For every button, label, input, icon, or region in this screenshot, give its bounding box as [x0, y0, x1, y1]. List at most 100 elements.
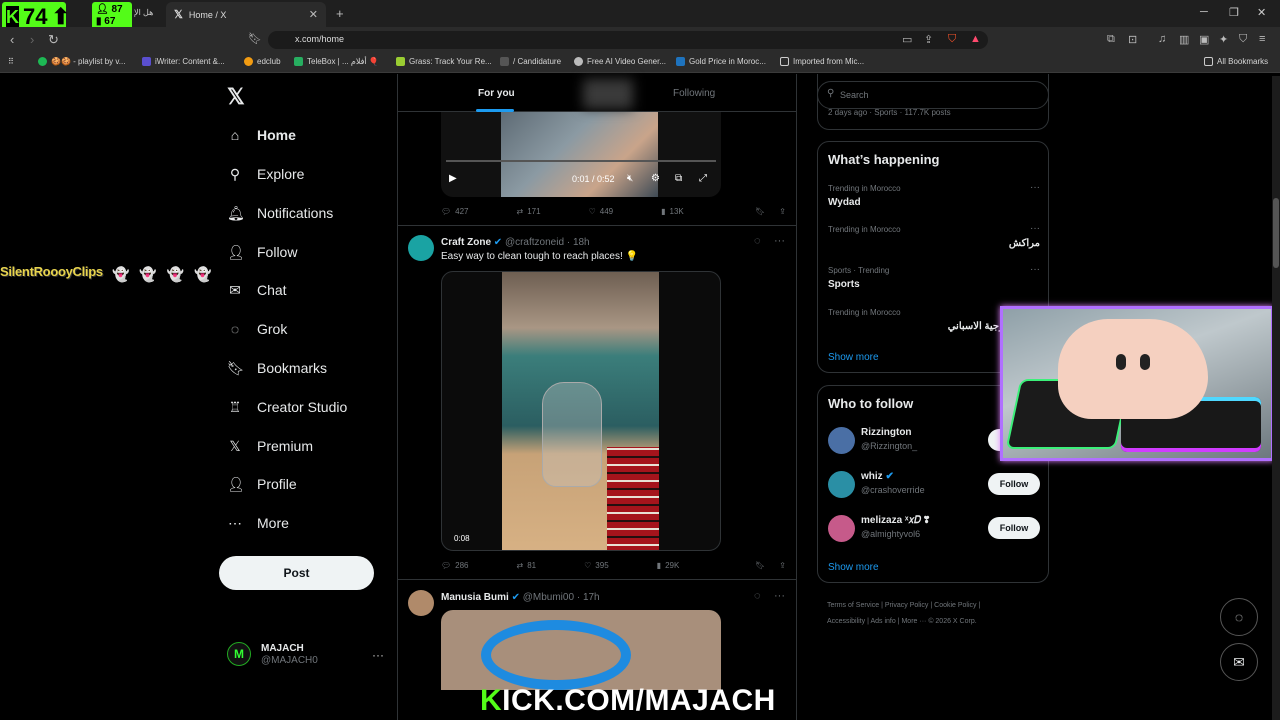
- follow-button[interactable]: Follow: [988, 473, 1040, 495]
- bookmark-button[interactable]: 🔖︎: [755, 207, 765, 216]
- trend-item[interactable]: Sports · Trending Sports ···: [828, 264, 1040, 290]
- more-icon[interactable]: ···: [1030, 223, 1040, 234]
- nav-explore[interactable]: ⚲ Explore: [227, 166, 305, 182]
- show-more-link[interactable]: Show more: [828, 562, 879, 573]
- bookmark-item[interactable]: Gold Price in Moroc...: [676, 57, 766, 66]
- bookmark-item[interactable]: / Candidature: [500, 57, 561, 66]
- tab-following[interactable]: Following: [673, 88, 715, 99]
- all-bookmarks[interactable]: All Bookmarks: [1204, 57, 1268, 66]
- nav-bookmarks[interactable]: 🔖︎ Bookmarks: [227, 360, 327, 376]
- nav-creator-studio[interactable]: ♖ Creator Studio: [227, 399, 348, 415]
- cast-icon[interactable]: ▭: [902, 33, 912, 46]
- footer-link[interactable]: Ads info: [870, 618, 895, 625]
- video-player[interactable]: ▶ 0:01 / 0:52 🔇︎ ⚙ ⧉ ⤢: [441, 112, 721, 197]
- nav-notifications[interactable]: 🔔︎ Notifications: [227, 205, 333, 221]
- bookmark-item[interactable]: Free AI Video Gener...: [574, 57, 666, 66]
- rewards-icon[interactable]: ▲: [970, 33, 981, 45]
- reload-icon[interactable]: ↻: [48, 32, 59, 48]
- nav-home[interactable]: ⌂ Home: [227, 127, 296, 143]
- nav-profile[interactable]: 👤︎ Profile: [227, 476, 297, 492]
- play-icon[interactable]: ▶: [449, 173, 457, 184]
- x-logo-icon[interactable]: 𝕏: [227, 84, 245, 110]
- trend-item[interactable]: Trending in Morocco Wydad ···: [828, 182, 1040, 208]
- grok-float-icon[interactable]: ◌: [1220, 598, 1258, 636]
- bookmark-item[interactable]: TeleBox | ... أفلام 🎈: [294, 57, 379, 66]
- new-tab-button[interactable]: +: [336, 6, 344, 21]
- scrollbar-thumb[interactable]: [1273, 198, 1279, 268]
- scrollbar[interactable]: [1272, 76, 1280, 720]
- ai-icon[interactable]: ✦: [1219, 33, 1228, 46]
- nav-premium[interactable]: 𝕏 Premium: [227, 438, 313, 454]
- media-icon[interactable]: ♫: [1158, 33, 1166, 45]
- repost-button[interactable]: ⇄ 171: [517, 207, 541, 216]
- bookmark-button[interactable]: 🔖︎: [755, 561, 765, 570]
- trend-item[interactable]: Trending in Morocco مراكش ···: [828, 223, 1040, 249]
- video-player[interactable]: 0:08: [441, 271, 721, 551]
- bookmark-item[interactable]: Grass: Track Your Re...: [396, 57, 492, 66]
- tab-for-you[interactable]: For you: [478, 88, 515, 99]
- messages-float-icon[interactable]: ✉: [1220, 643, 1258, 681]
- menu-icon[interactable]: ≡: [1259, 33, 1265, 45]
- footer-link[interactable]: More ···: [901, 618, 926, 625]
- avatar[interactable]: [408, 590, 434, 616]
- bookmark-item[interactable]: iWriter: Content &...: [142, 57, 225, 66]
- avatar[interactable]: [408, 235, 434, 261]
- reply-button[interactable]: 💬︎ 286: [441, 561, 469, 570]
- share-icon[interactable]: ⇪: [924, 33, 933, 46]
- more-icon[interactable]: ···: [774, 235, 785, 247]
- close-window-icon[interactable]: ✕: [1257, 6, 1266, 19]
- video-progress-bar[interactable]: [446, 160, 716, 162]
- sidebar-toggle-icon[interactable]: ▥: [1179, 33, 1189, 46]
- brave-shield-icon[interactable]: ⛉: [948, 33, 956, 46]
- back-icon[interactable]: ‹: [10, 32, 14, 47]
- vpn-icon[interactable]: ⛉: [1239, 33, 1247, 46]
- minimize-icon[interactable]: ─: [1200, 6, 1208, 18]
- more-icon[interactable]: ···: [774, 590, 785, 602]
- post-image[interactable]: [441, 610, 721, 690]
- fullscreen-icon[interactable]: ⤢: [699, 173, 707, 184]
- account-switcher[interactable]: M MAJACH @MAJACH0 ···: [227, 642, 384, 666]
- footer-link[interactable]: Cookie Policy: [934, 602, 976, 609]
- follow-suggestion[interactable]: whiz ✔ @crashoverride Follow: [828, 471, 1040, 503]
- forward-icon[interactable]: ›: [30, 32, 34, 47]
- bookmark-item[interactable]: 🍪🍪 - playlist by v...: [38, 57, 125, 66]
- bookmark-item[interactable]: edclub: [244, 57, 281, 66]
- browser-tab[interactable]: 𝕏 Home / X ✕: [166, 2, 326, 27]
- nav-grok[interactable]: ◌ Grok: [227, 321, 288, 337]
- nav-more[interactable]: ⋯ More: [227, 515, 289, 531]
- extensions-icon[interactable]: ⧉: [1107, 33, 1115, 46]
- wallet-icon[interactable]: ▣: [1199, 33, 1209, 46]
- screenshot-icon[interactable]: ⊡: [1128, 33, 1137, 46]
- tweet[interactable]: Craft Zone ✔ @craftzoneid · 18h ◌ ··· Ea…: [398, 235, 796, 575]
- share-button[interactable]: ⇪: [779, 207, 786, 216]
- mute-icon[interactable]: 🔇︎: [627, 173, 633, 184]
- post-button[interactable]: Post: [219, 556, 374, 590]
- pip-icon[interactable]: ⧉: [675, 173, 682, 184]
- bookmark-page-icon[interactable]: 🔖︎: [248, 32, 262, 45]
- search-input[interactable]: ⚲ Search: [817, 81, 1049, 109]
- views-button[interactable]: ▮ 29K: [657, 561, 680, 570]
- maximize-icon[interactable]: ❐: [1229, 6, 1239, 19]
- footer-link[interactable]: Accessibility: [827, 618, 865, 625]
- nav-follow[interactable]: 👤︎ Follow: [227, 244, 297, 260]
- views-button[interactable]: ▮ 13K: [661, 207, 684, 216]
- reply-button[interactable]: 💬︎ 427: [441, 207, 469, 216]
- grok-icon[interactable]: ◌: [754, 235, 761, 247]
- more-icon[interactable]: ···: [1030, 264, 1040, 275]
- follow-button[interactable]: Follow: [988, 517, 1040, 539]
- follow-suggestion[interactable]: melizaza ˣ𝑥𝐷 ❣ @almightyvol6 Follow: [828, 515, 1040, 547]
- apps-icon[interactable]: ⠿: [8, 57, 14, 66]
- nav-chat[interactable]: ✉ Chat: [227, 282, 286, 298]
- show-more-link[interactable]: Show more: [828, 352, 879, 363]
- like-button[interactable]: ♡ 395: [584, 561, 609, 570]
- url-field[interactable]: x.com/home: [268, 31, 988, 49]
- grok-icon[interactable]: ◌: [754, 590, 761, 602]
- more-icon[interactable]: ···: [1030, 182, 1040, 193]
- repost-button[interactable]: ⇄ 81: [517, 561, 537, 570]
- share-button[interactable]: ⇪: [779, 561, 786, 570]
- close-tab-icon[interactable]: ✕: [309, 8, 318, 21]
- settings-icon[interactable]: ⚙: [651, 173, 660, 184]
- more-icon[interactable]: ···: [372, 648, 384, 662]
- footer-link[interactable]: Privacy Policy: [885, 602, 929, 609]
- footer-link[interactable]: Terms of Service: [827, 602, 879, 609]
